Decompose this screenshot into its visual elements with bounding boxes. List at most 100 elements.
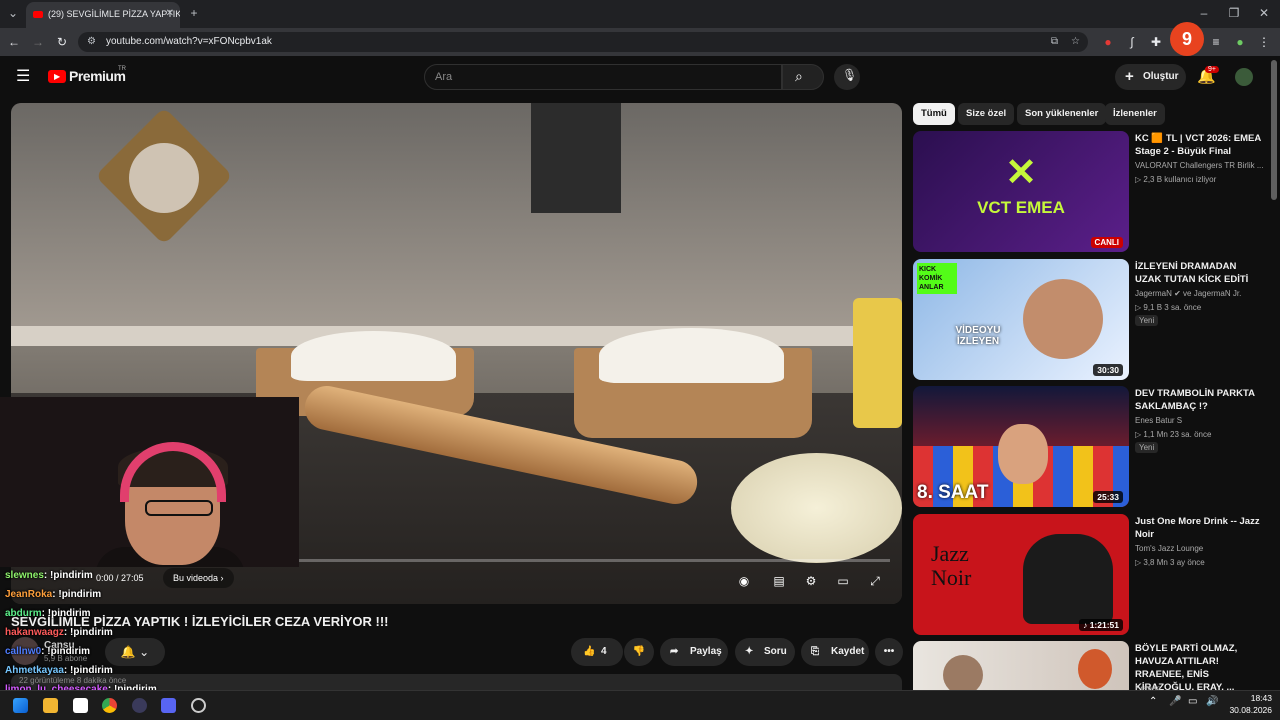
recommendation-title[interactable]: İZLEYENİ DRAMADAN UZAK TUTAN KİCK EDİTİ <box>1135 260 1261 286</box>
chip-recent[interactable]: Son yüklenenler <box>1017 103 1107 125</box>
fullscreen-icon[interactable]: ⤢ <box>864 570 886 592</box>
chrome-taskbar-icon[interactable] <box>102 698 117 713</box>
thumb-cat-figure <box>1023 534 1113 624</box>
site-info-icon[interactable]: ⚙ <box>87 32 96 52</box>
sparkle-icon: ✦ <box>745 646 754 657</box>
recommendation-title[interactable]: KC 🟧 TL | VCT 2026: EMEA Stage 2 - Büyük… <box>1135 132 1261 158</box>
search-icon: ⌕ <box>795 68 803 84</box>
recommendation-thumbnail[interactable] <box>913 641 1129 690</box>
new-badge: Yeni <box>1135 315 1159 326</box>
thumb-person <box>1023 279 1103 359</box>
maximize-icon[interactable]: ❐ <box>1226 4 1242 22</box>
save-label: Kaydet <box>831 646 865 657</box>
hamburger-menu-icon[interactable]: ☰ <box>16 66 30 86</box>
youtube-logo-icon[interactable]: ▶ <box>48 70 66 83</box>
account-avatar[interactable] <box>1235 68 1253 86</box>
tray-network-icon[interactable]: ▭ <box>1188 696 1197 707</box>
chat-user: Ahmetkayaa <box>5 665 64 676</box>
page-scrollbar[interactable] <box>1271 60 1277 200</box>
like-button[interactable]: 👍 4 <box>571 638 623 666</box>
subtitles-icon[interactable]: ▤ <box>768 570 790 592</box>
ask-button[interactable]: ✦ Soru <box>735 638 795 666</box>
duration-badge: 25:33 <box>1093 491 1123 503</box>
close-tab-icon[interactable]: ✕ <box>166 2 174 26</box>
thumb-text: VCT EMEA <box>977 198 1065 217</box>
recommendation-thumbnail[interactable]: 8. SAAT 25:33 <box>913 386 1129 507</box>
chat-message: JeanRoka: !pindirim <box>5 589 101 600</box>
theater-mode-icon[interactable]: ▭ <box>832 570 854 592</box>
obs-icon[interactable] <box>132 698 147 713</box>
settings-gear-icon[interactable]: ⚙ <box>800 570 822 592</box>
thumb-text: 8. SAAT <box>917 482 989 503</box>
chip-all[interactable]: Tümü <box>913 103 955 125</box>
chat-text: : !pindirim <box>43 570 93 581</box>
close-window-icon[interactable]: ✕ <box>1256 4 1272 22</box>
chat-text: : !pindirim <box>41 646 91 657</box>
recommendation-channel[interactable]: JagermaN ✔ ve JagermaN Jr. <box>1135 289 1241 298</box>
app-taskbar-icon[interactable] <box>191 698 206 713</box>
address-bar[interactable]: ⚙ youtube.com/watch?v=xFONcpbv1ak ⧉ ☆ <box>78 32 1088 52</box>
chat-text: : !pindirim <box>63 627 113 638</box>
like-count: 4 <box>601 646 607 657</box>
video-scene-flour-right <box>599 328 784 383</box>
overlay-app-logo-icon[interactable]: 9 <box>1170 22 1204 56</box>
extension-red-icon[interactable]: ● <box>1100 32 1116 52</box>
file-explorer-icon[interactable] <box>43 698 58 713</box>
youtube-premium-logo[interactable]: Premium <box>69 68 126 84</box>
chat-text: : !pindirim <box>41 608 91 619</box>
recommendation-title[interactable]: Just One More Drink -- Jazz Noir <box>1135 515 1261 541</box>
share-label: Paylaş <box>690 646 722 657</box>
share-button[interactable]: ➦ Paylaş <box>660 638 728 666</box>
thumb-text: VİDEOYU İZLEYEN <box>955 325 1001 347</box>
more-actions-button[interactable]: ••• <box>875 638 903 666</box>
recommendation-channel[interactable]: VALORANT Challengers TR Birlik ... <box>1135 161 1263 170</box>
ask-label: Soru <box>764 646 787 657</box>
pause-toggle-icon[interactable]: ◉ <box>733 570 755 592</box>
new-tab-icon[interactable]: + <box>186 4 202 22</box>
chrome-menu-icon[interactable]: ⋮ <box>1256 32 1272 52</box>
recommendation-channel[interactable]: Tom's Jazz Lounge <box>1135 544 1203 553</box>
plus-icon: + <box>1125 68 1134 85</box>
recommendation-thumbnail[interactable]: ✕ VCT EMEA CANLI <box>913 131 1129 252</box>
dislike-button[interactable]: 👎 <box>624 638 654 666</box>
extensions-puzzle-icon[interactable]: ✚ <box>1148 32 1164 52</box>
forward-icon[interactable]: → <box>30 32 46 52</box>
duration-badge: ♪ 1:21:51 <box>1079 619 1123 631</box>
recommendation-channel[interactable]: Enes Batur S <box>1135 416 1182 425</box>
notification-count-badge: 9+ <box>1205 66 1219 73</box>
media-queue-icon[interactable]: ≡ <box>1208 32 1224 52</box>
tab-list-icon[interactable]: ⌄ <box>5 4 21 22</box>
tray-overflow-icon[interactable]: ⌃ <box>1149 696 1157 707</box>
search-button[interactable]: ⌕ <box>782 64 824 90</box>
extension-script-icon[interactable]: ∫ <box>1124 32 1140 52</box>
browser-tab[interactable]: (29) SEVGİLİMLE PİZZA YAPTIK ✕ <box>26 2 180 28</box>
create-button[interactable]: + Oluştur <box>1115 64 1186 90</box>
save-button[interactable]: ⎘ Kaydet <box>801 638 869 666</box>
tray-volume-icon[interactable]: 🔊 <box>1206 696 1218 707</box>
bookmark-star-icon[interactable]: ☆ <box>1071 32 1080 52</box>
recommendation-title[interactable]: DEV TRAMBOLİN PARKTA SAKLAMBAÇ !? <box>1135 387 1261 413</box>
windows-start-icon[interactable] <box>13 698 28 713</box>
voice-search-button[interactable]: 🎙 <box>834 64 860 90</box>
chip-for-you[interactable]: Size özel <box>958 103 1015 125</box>
url-text: youtube.com/watch?v=xFONcpbv1ak <box>106 36 272 47</box>
duration-badge: 30:30 <box>1093 364 1123 376</box>
back-icon[interactable]: ← <box>6 32 22 52</box>
minimize-icon[interactable]: – <box>1196 4 1212 22</box>
tray-mic-icon[interactable]: 🎤 <box>1169 696 1181 707</box>
reload-icon[interactable]: ↻ <box>54 32 70 52</box>
recommendation-thumbnail[interactable]: Jazz Noir ♪ 1:21:51 <box>913 514 1129 635</box>
subscription-bell-button[interactable]: 🔔 ⌄ <box>105 638 165 666</box>
store-icon[interactable] <box>73 698 88 713</box>
search-input[interactable]: Ara <box>424 64 782 90</box>
clock-time: 18:43 <box>1250 693 1272 703</box>
recommendation-thumbnail[interactable]: KICK KOMİK ANLAR VİDEOYU İZLEYEN 30:30 <box>913 259 1129 380</box>
install-app-icon[interactable]: ⧉ <box>1051 32 1058 52</box>
chip-watched[interactable]: İzlenenler <box>1105 103 1165 125</box>
youtube-favicon-icon <box>33 11 43 18</box>
discord-icon[interactable] <box>161 698 176 713</box>
taskbar-clock[interactable]: 18:43 30.08.2026 <box>1224 692 1272 716</box>
thumb-text: Jazz Noir <box>931 541 972 590</box>
player-controls: ◉ ▤ ⚙ ▭ ⤢ <box>11 561 902 604</box>
profile-avatar-icon[interactable]: ● <box>1232 32 1248 52</box>
